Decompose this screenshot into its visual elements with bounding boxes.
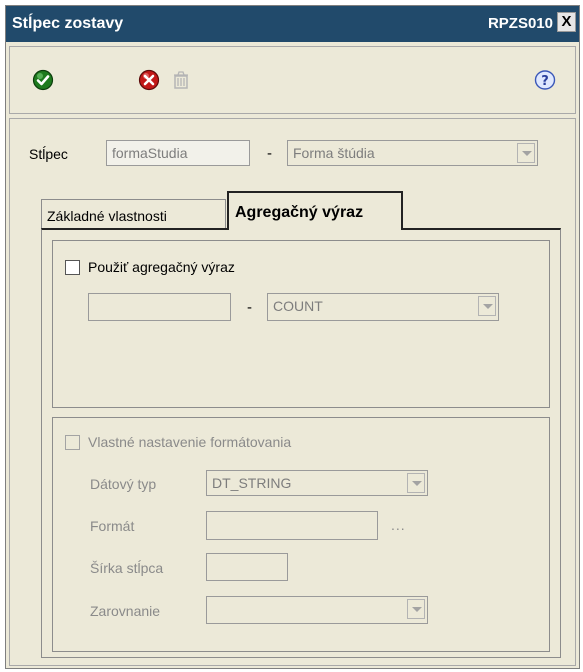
confirm-check-icon[interactable] (32, 69, 54, 91)
chevron-down-icon[interactable] (407, 473, 425, 493)
column-code-field[interactable]: formaStudia (106, 140, 250, 166)
custom-formatting-label: Vlastné nastavenie formátovania (88, 434, 292, 450)
custom-formatting-checkbox[interactable] (65, 435, 80, 450)
datatype-label: Dátový typ (90, 476, 157, 492)
chevron-down-icon[interactable] (478, 296, 496, 316)
formatting-group: Vlastné nastavenie formátovania Dátový t… (52, 417, 550, 652)
datatype-combo[interactable]: DT_STRING (206, 470, 428, 496)
format-label: Formát (90, 518, 135, 534)
chevron-down-icon[interactable] (517, 143, 535, 163)
window-title: Stĺpec zostavy (12, 15, 124, 32)
tab-aggregate-expression-label: Agregačný výraz (235, 204, 364, 221)
main-panel: Stĺpec formaStudia - Forma štúdia Základ… (9, 118, 576, 666)
help-icon[interactable]: ? (534, 69, 556, 91)
column-separator: - (267, 145, 272, 162)
aggregate-separator: - (247, 299, 252, 316)
close-button[interactable]: X (557, 12, 576, 32)
column-width-label: Šírka stĺpca (90, 560, 164, 576)
format-field[interactable] (206, 511, 378, 540)
column-name-value: Forma štúdia (293, 145, 375, 161)
toolbar: ? (9, 46, 576, 114)
aggregate-function-value: COUNT (273, 298, 323, 314)
cancel-x-icon[interactable] (138, 69, 160, 91)
alignment-combo[interactable] (206, 596, 428, 624)
svg-text:?: ? (541, 74, 549, 89)
datatype-value: DT_STRING (212, 475, 292, 491)
alignment-label: Zarovnanie (90, 603, 161, 619)
window-code: RPZS010 (487, 15, 553, 32)
aggregate-group: Použiť agregačný výraz - COUNT (52, 240, 550, 408)
trash-icon[interactable] (170, 69, 192, 91)
format-browse-button[interactable]: ... (391, 517, 406, 533)
tab-aggregate-expression[interactable]: Agregačný výraz (227, 191, 403, 230)
aggregate-expression-field[interactable] (88, 293, 231, 321)
tab-panel-aggregate: Použiť agregačný výraz - COUNT Vlastné n… (41, 228, 561, 658)
tab-basic-properties[interactable]: Základné vlastnosti (41, 199, 226, 229)
aggregate-function-combo[interactable]: COUNT (267, 293, 499, 321)
use-aggregate-label: Použiť agregačný výraz (88, 259, 235, 275)
chevron-down-icon[interactable] (407, 599, 425, 619)
tab-basic-properties-label: Základné vlastnosti (47, 208, 167, 224)
title-bar: Stĺpec zostavy RPZS010 X (6, 6, 579, 42)
column-width-field[interactable] (206, 553, 288, 581)
column-name-combo[interactable]: Forma štúdia (287, 140, 538, 166)
column-label: Stĺpec (29, 146, 68, 162)
dialog-window: Stĺpec zostavy RPZS010 X ? Stĺpec formaS… (5, 5, 580, 669)
use-aggregate-checkbox[interactable] (65, 260, 80, 275)
